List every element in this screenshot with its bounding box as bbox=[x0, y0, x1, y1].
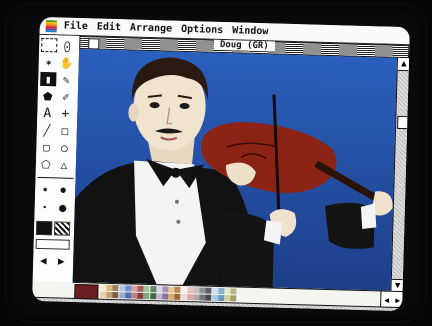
color-scroll-right-icon[interactable]: ▶ bbox=[395, 295, 400, 304]
window-title: Doug (GR) bbox=[213, 39, 275, 52]
color-scroll-left-icon[interactable]: ◀ bbox=[384, 295, 389, 304]
lasso-tool-icon[interactable]: ⨀ bbox=[59, 38, 75, 52]
menu-edit[interactable]: Edit bbox=[97, 21, 121, 33]
brush-size-small-icon[interactable]: ● bbox=[37, 183, 53, 197]
pencil-tool-icon[interactable]: ✎ bbox=[58, 72, 74, 86]
line-weight-selector[interactable] bbox=[35, 238, 70, 250]
palette-divider bbox=[37, 176, 74, 179]
line-tool-icon[interactable]: ╱ bbox=[39, 123, 55, 137]
menu-arrange[interactable]: Arrange bbox=[130, 22, 172, 34]
screen: File Edit Arrange Options Window Doug (G… bbox=[32, 16, 410, 312]
drawing-canvas[interactable] bbox=[72, 48, 398, 291]
menu-file[interactable]: File bbox=[64, 21, 88, 33]
color-swatch[interactable] bbox=[230, 288, 237, 295]
brush-size-medium-icon[interactable]: ● bbox=[55, 183, 71, 197]
magic-wand-tool-icon[interactable]: ✶ bbox=[41, 55, 57, 69]
freeform-tool-icon[interactable]: △ bbox=[56, 157, 72, 171]
rectangle-tool-icon[interactable]: □ bbox=[57, 123, 73, 137]
polygon-tool-icon[interactable]: ⬠ bbox=[38, 157, 54, 171]
marquee-tool-icon[interactable] bbox=[41, 37, 58, 53]
scroll-up-arrow-icon[interactable]: ▲ bbox=[397, 57, 410, 72]
rounded-rect-tool-icon[interactable]: ▢ bbox=[38, 140, 54, 154]
crosshair-tool-icon[interactable]: + bbox=[57, 106, 73, 121]
eraser-tool-icon[interactable]: ▮ bbox=[40, 71, 57, 87]
arrow-left-icon[interactable]: ◀ bbox=[35, 253, 51, 267]
pattern-fill-stripe[interactable] bbox=[53, 221, 71, 236]
hand-tool-icon[interactable]: ✋ bbox=[59, 55, 75, 69]
brush-tool-icon[interactable]: ✐ bbox=[58, 89, 74, 103]
pattern-fill-black[interactable] bbox=[35, 220, 53, 236]
close-box-icon[interactable] bbox=[88, 38, 100, 50]
apple-menu-icon[interactable] bbox=[45, 19, 57, 32]
arrow-right-icon[interactable]: ▶ bbox=[53, 253, 69, 267]
menu-window[interactable]: Window bbox=[232, 25, 268, 37]
menu-options[interactable]: Options bbox=[181, 24, 223, 36]
text-tool-icon[interactable]: A bbox=[39, 106, 55, 121]
brush-size-large-icon[interactable]: ● bbox=[55, 200, 71, 214]
brush-size-tiny-icon[interactable]: ● bbox=[37, 200, 53, 214]
color-swatch[interactable] bbox=[230, 295, 237, 302]
oval-tool-icon[interactable]: ○ bbox=[56, 140, 72, 154]
paint-bucket-tool-icon[interactable]: ⬟ bbox=[40, 89, 56, 103]
scroll-thumb[interactable] bbox=[397, 115, 409, 130]
left-cuff bbox=[360, 203, 377, 229]
